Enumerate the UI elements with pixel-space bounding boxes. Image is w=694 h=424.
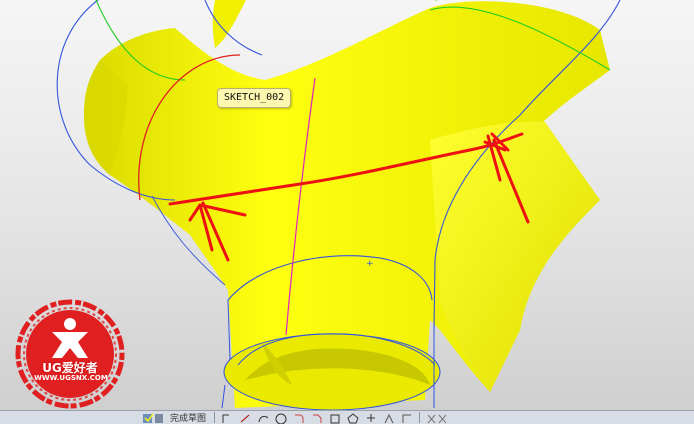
rectangle-icon[interactable] bbox=[329, 412, 341, 424]
sketch-name-tag[interactable]: SKETCH_002 bbox=[217, 88, 292, 108]
circle-icon[interactable] bbox=[275, 412, 287, 424]
polygon-icon[interactable] bbox=[347, 412, 359, 424]
blue-vertical-left bbox=[221, 299, 231, 409]
upper-flap-surface bbox=[212, 0, 246, 48]
point-icon[interactable] bbox=[365, 412, 377, 424]
toolbar-separator bbox=[214, 412, 216, 423]
watermark-url: WWW.UGSNX.COM bbox=[34, 374, 108, 382]
profile-icon[interactable] bbox=[221, 412, 233, 424]
arc-icon[interactable] bbox=[257, 412, 269, 424]
constraint-icon[interactable] bbox=[401, 412, 413, 424]
ug-logo-watermark bbox=[15, 299, 125, 409]
line-icon[interactable] bbox=[239, 412, 251, 424]
finish-sketch-label[interactable]: 完成草图 bbox=[170, 411, 206, 424]
center-marker: + bbox=[366, 259, 374, 269]
chamfer-icon[interactable] bbox=[311, 412, 323, 424]
offset-curve-icon[interactable] bbox=[383, 412, 395, 424]
toolbar-separator bbox=[419, 412, 421, 423]
fillet-icon[interactable] bbox=[293, 412, 305, 424]
right-wing-surface bbox=[430, 121, 600, 392]
graphics-viewport[interactable]: + SKETCH_002 UG爱好者 WWW.UGSNX.COM bbox=[0, 0, 694, 410]
trim-icon[interactable] bbox=[426, 412, 448, 424]
finish-sketch-icon[interactable] bbox=[142, 412, 164, 424]
sketch-toolbar: 完成草图 bbox=[0, 410, 694, 424]
